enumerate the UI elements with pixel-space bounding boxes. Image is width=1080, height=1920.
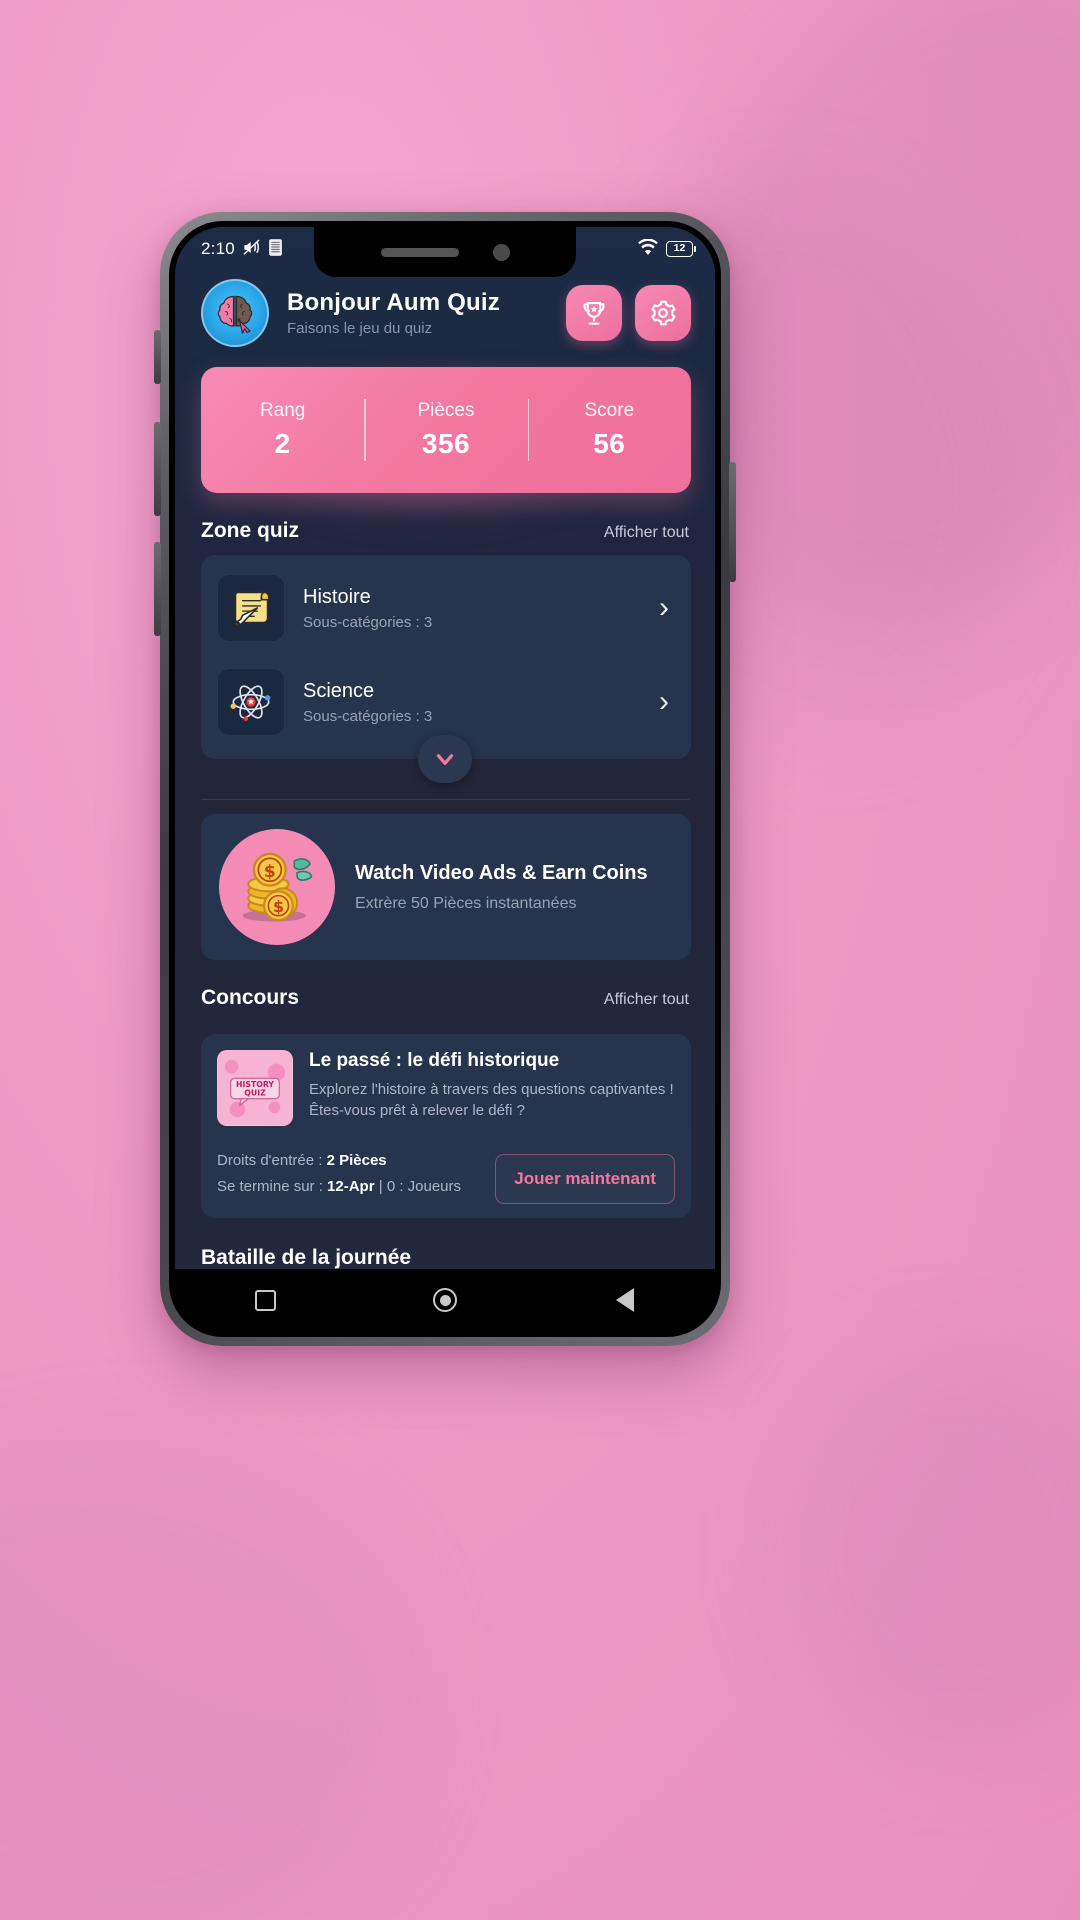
quiz-zone-title: Zone quiz (201, 519, 299, 542)
contest-info: Le passé : le défi historique Explorez l… (309, 1050, 675, 1126)
quiz-zone-see-all[interactable]: Afficher tout (604, 524, 689, 542)
category-thumb (217, 574, 285, 642)
square-icon (254, 1289, 276, 1311)
greeting-subtitle: Faisons le jeu du quiz (287, 320, 433, 337)
header-actions (566, 285, 691, 341)
players-value: 0 : Joueurs (386, 1178, 462, 1195)
category-text: Science Sous-catégories : 3 (303, 680, 659, 725)
brain-avatar-icon (217, 295, 253, 334)
phone-button-volume-down[interactable] (154, 542, 161, 636)
phone-mockup-frame: 2:10 12 Bonjour Aum Quiz Faisons le jeu … (154, 212, 736, 1346)
entry-fee-row: Droits d'entrée : 2 Pièces (217, 1152, 495, 1169)
phone-notch (314, 227, 576, 277)
watch-ads-card[interactable]: $ $ Watch Video Ads & Earn Coins Extrère… (201, 814, 691, 960)
contest-meta: Droits d'entrée : 2 Pièces Se termine su… (217, 1152, 495, 1204)
app-scroll-area[interactable]: 2:10 12 Bonjour Aum Quiz Faisons le jeu … (175, 227, 715, 1269)
phone-button-power[interactable] (729, 462, 736, 582)
category-name: Science (303, 679, 375, 702)
stat-value: 2 (274, 428, 291, 459)
ads-text: Watch Video Ads & Earn Coins Extrère 50 … (355, 862, 648, 913)
stat-score[interactable]: Score 56 (528, 400, 691, 460)
ads-title: Watch Video Ads & Earn Coins (355, 861, 648, 884)
front-camera (492, 243, 510, 261)
android-navigation-bar (175, 1269, 715, 1331)
ads-subtitle: Extrère 50 Pièces instantanées (355, 894, 577, 912)
ends-on-row: Se termine sur : 12-Apr | 0 : Joueurs (217, 1178, 495, 1195)
svg-text:$: $ (273, 897, 284, 916)
coins-stack-icon: $ $ (242, 852, 313, 922)
chevron-right-icon[interactable]: › (659, 593, 675, 623)
atom-icon (230, 685, 271, 721)
players-separator: | (378, 1178, 383, 1195)
category-subtitle: Sous-catégories : 3 (303, 613, 433, 631)
stat-rang[interactable]: Rang 2 (201, 400, 364, 460)
svg-text:$: $ (264, 862, 276, 882)
backdrop-shadow-4 (780, 1340, 1080, 1760)
ends-on-label: Se termine sur : (217, 1178, 323, 1195)
section-divider (201, 799, 689, 800)
quiz-zone-card: Histoire Sous-catégories : 3 › Science S… (201, 555, 691, 759)
contest-card-title: Le passé : le défi historique (309, 1050, 560, 1071)
chevron-down-icon (436, 754, 454, 765)
earpiece-speaker (380, 247, 459, 257)
category-name: Histoire (303, 585, 371, 608)
contest-see-all[interactable]: Afficher tout (604, 991, 689, 1009)
expand-categories-button[interactable] (418, 735, 472, 783)
category-thumb (217, 668, 285, 736)
entry-fee-value: 2 Pièces (326, 1152, 387, 1169)
contest-bottom: Droits d'entrée : 2 Pièces Se termine su… (217, 1152, 675, 1204)
stat-value: 56 (593, 428, 626, 459)
back-button[interactable] (612, 1287, 638, 1313)
history-quiz-thumbnail: HISTORY QUIZ (218, 1051, 292, 1125)
entry-fee-label: Droits d'entrée : (217, 1152, 323, 1169)
quiz-zone-header: Zone quiz Afficher tout (175, 493, 715, 555)
home-button[interactable] (432, 1287, 458, 1313)
contest-thumb: HISTORY QUIZ (217, 1050, 293, 1126)
contest-card: HISTORY QUIZ Le passé : le défi historiq… (201, 1034, 691, 1218)
phone-button-silent[interactable] (154, 330, 161, 384)
chevron-right-icon[interactable]: › (659, 687, 675, 717)
play-now-button[interactable]: Jouer maintenant (495, 1154, 675, 1204)
stats-card: Rang 2 Pièces 356 Score 56 (201, 367, 691, 493)
trophy-button[interactable] (566, 285, 622, 341)
stat-label: Rang (259, 400, 306, 421)
contest-header: Concours Afficher tout (175, 960, 715, 1022)
avatar[interactable] (201, 279, 269, 347)
recents-button[interactable] (252, 1287, 278, 1313)
stat-value: 356 (421, 428, 471, 459)
category-text: Histoire Sous-catégories : 3 (303, 586, 659, 631)
stat-label: Pièces (417, 400, 475, 421)
contest-card-description: Explorez l'histoire à travers des questi… (309, 1081, 674, 1120)
settings-button[interactable] (635, 285, 691, 341)
category-subtitle: Sous-catégories : 3 (303, 707, 433, 725)
coins-thumb: $ $ (219, 829, 335, 945)
trophy-icon (583, 301, 605, 325)
wifi-icon (637, 238, 659, 260)
contest-top: HISTORY QUIZ Le passé : le défi historiq… (217, 1050, 675, 1126)
phone-screen: 2:10 12 Bonjour Aum Quiz Faisons le jeu … (175, 227, 715, 1331)
mute-icon (242, 238, 261, 260)
quiz-category-histoire[interactable]: Histoire Sous-catégories : 3 › (201, 561, 691, 655)
status-time: 2:10 (201, 239, 235, 258)
circle-icon (433, 1288, 457, 1312)
greeting-block: Bonjour Aum Quiz Faisons le jeu du quiz (287, 289, 566, 337)
stat-pieces[interactable]: Pièces 356 (364, 400, 527, 460)
backdrop-shadow-3 (0, 1440, 420, 1920)
sim-icon (268, 239, 283, 259)
battery-indicator: 12 (666, 241, 696, 257)
contest-title: Concours (201, 986, 300, 1009)
app-header: Bonjour Aum Quiz Faisons le jeu du quiz (175, 271, 715, 363)
svg-text:QUIZ: QUIZ (244, 1088, 266, 1097)
triangle-back-icon (616, 1288, 634, 1312)
phone-button-volume-up[interactable] (154, 422, 161, 516)
ends-on-value: 12-Apr (327, 1178, 375, 1195)
stat-label: Score (584, 400, 635, 421)
gear-icon (651, 300, 676, 326)
battle-of-the-day-title: Bataille de la journée (201, 1246, 412, 1269)
quiz-app: 2:10 12 Bonjour Aum Quiz Faisons le jeu … (175, 227, 715, 1331)
phone-bezel: 2:10 12 Bonjour Aum Quiz Faisons le jeu … (169, 221, 721, 1337)
scroll-quill-icon (233, 591, 270, 627)
greeting-title: Bonjour Aum Quiz (287, 289, 500, 316)
